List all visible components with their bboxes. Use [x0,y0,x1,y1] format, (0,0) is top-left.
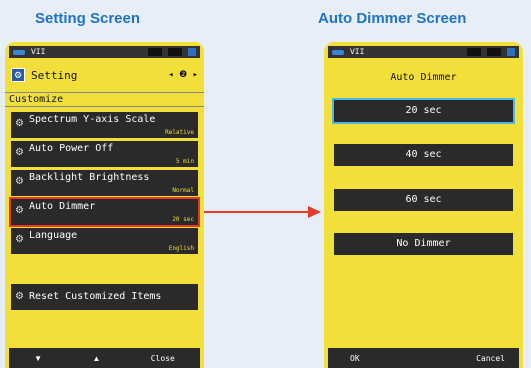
menu-item-spectrum-y-axis-scale[interactable]: ⚙ Spectrum Y-axis Scale Relative [11,112,198,138]
menu-item-auto-power-off[interactable]: ⚙ Auto Power Off 5 min [11,141,198,167]
status-number: VII [350,47,365,57]
menu-item-value: English [168,245,194,252]
dimmer-nav-bar: OK Cancel [328,348,519,368]
menu-item-label: Auto Dimmer [29,201,96,212]
close-button[interactable]: Close [151,354,175,363]
gear-icon: ⚙ [15,176,24,187]
gear-icon: ⚙ [15,234,24,245]
status-block-icon [467,48,481,56]
gear-icon: ⚙ [15,147,24,158]
up-arrow-button[interactable]: ▲ [92,354,100,363]
menu-item-reset-customized-items[interactable]: ⚙ Reset Customized Items [11,284,198,310]
menu-item-value: 5 min [175,158,194,165]
status-square-icon [188,48,196,56]
menu-item-value: Relative [165,129,194,136]
setting-icon: ⚙ [11,68,25,82]
setting-nav-bar: ▼ ▲ Close [9,348,200,368]
menu-item-backlight-brightness[interactable]: ⚙ Backlight Brightness Normal [11,170,198,196]
menu-item-label: Backlight Brightness [29,172,150,183]
cancel-button[interactable]: Cancel [476,354,505,363]
menu-item-label: Reset Customized Items [29,291,162,302]
caption-setting-screen: Setting Screen [35,10,141,27]
page-indicator[interactable]: ◂ ❷ ▸ [168,70,198,80]
setting-screen: VII ⚙ Setting ◂ ❷ ▸ Customize ⚙ Spectrum… [5,42,204,368]
menu-item-label: Auto Power Off [29,143,114,154]
menu-item-label: Language [29,230,78,241]
status-block-icon [487,48,501,56]
status-block-icon [168,48,182,56]
option-60-sec[interactable]: 60 sec [334,189,513,211]
status-number: VII [31,47,46,57]
status-bar: VII [328,46,519,58]
caption-auto-dimmer-screen: Auto Dimmer Screen [318,10,467,27]
gear-icon: ⚙ [15,205,24,216]
down-arrow-button[interactable]: ▼ [34,354,42,363]
option-40-sec[interactable]: 40 sec [334,144,513,166]
arrow-connector-head [308,206,321,218]
menu-item-language[interactable]: ⚙ Language English [11,228,198,254]
option-no-dimmer[interactable]: No Dimmer [334,233,513,255]
battery-icon [13,49,25,55]
menu-item-value: 20 sec [172,216,194,223]
status-block-icon [148,48,162,56]
auto-dimmer-screen: VII Auto Dimmer 20 sec 40 sec 60 sec No … [324,42,523,368]
option-20-sec[interactable]: 20 sec [332,98,515,124]
setting-title: Setting [31,68,78,82]
menu-item-label: Spectrum Y-axis Scale [29,114,156,125]
auto-dimmer-title: Auto Dimmer [390,72,457,83]
section-customize: Customize [5,92,204,107]
status-bar: VII [9,46,200,58]
ok-button[interactable]: OK [350,354,360,363]
gear-icon: ⚙ [15,291,24,302]
menu-item-auto-dimmer[interactable]: ⚙ Auto Dimmer 20 sec [9,197,200,227]
arrow-connector-line [204,211,314,213]
battery-icon [332,49,344,55]
status-square-icon [507,48,515,56]
gear-icon: ⚙ [15,118,24,129]
setting-header: ⚙ Setting ◂ ❷ ▸ [11,66,198,84]
menu-item-value: Normal [172,187,194,194]
